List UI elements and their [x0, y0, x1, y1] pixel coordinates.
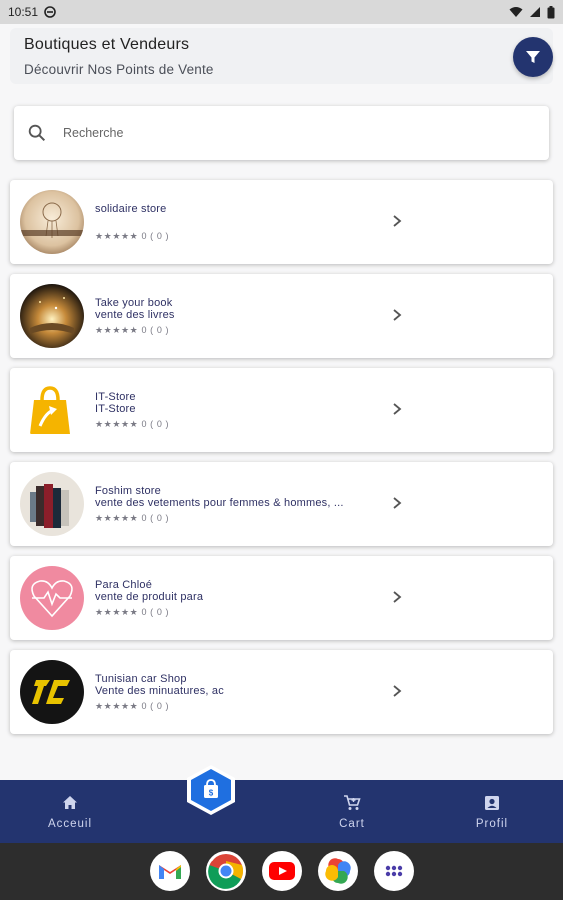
search-input[interactable]: [63, 126, 463, 140]
store-name: Tunisian car Shop: [95, 673, 187, 685]
chevron-right-icon: [393, 403, 402, 415]
status-time: 10:51: [8, 5, 39, 19]
system-dock: [0, 843, 563, 900]
cart-icon: [344, 795, 361, 810]
store-card-foshim-store[interactable]: Foshim store vente des vetements pour fe…: [10, 462, 553, 546]
store-name: IT-Store: [95, 391, 136, 403]
store-description: vente des vetements pour femmes & hommes…: [95, 497, 344, 509]
search-icon: [28, 124, 46, 142]
store-rating: ★★★★★ 0 ( 0 ): [95, 513, 170, 523]
store-card-it-store[interactable]: IT-Store IT-Store ★★★★★ 0 ( 0 ): [10, 368, 553, 452]
chrome-icon: [208, 854, 244, 889]
page-header: Boutiques et Vendeurs Découvrir Nos Poin…: [10, 28, 553, 84]
store-description: IT-Store: [95, 403, 136, 415]
nav-home[interactable]: Acceuil: [25, 780, 115, 843]
store-card-take-your-book[interactable]: Take your book vente des livres ★★★★★ 0 …: [10, 274, 553, 358]
profile-icon: [485, 796, 499, 810]
nav-profile-label: Profil: [475, 818, 509, 830]
store-rating: ★★★★★ 0 ( 0 ): [95, 607, 170, 617]
page-subtitle: Découvrir Nos Points de Vente: [24, 62, 214, 77]
store-logo: [20, 566, 84, 630]
nav-home-label: Acceuil: [47, 818, 93, 830]
store-card-para-chloe[interactable]: Para Chloé vente de produit para ★★★★★ 0…: [10, 556, 553, 640]
signal-icon: [530, 7, 540, 17]
store-logo: [20, 378, 84, 442]
chrome-app[interactable]: [206, 851, 246, 891]
store-list: solidaire store ★★★★★ 0 ( 0 ) Take your …: [10, 180, 553, 744]
store-rating: ★★★★★ 0 ( 0 ): [95, 231, 170, 241]
store-logo: [20, 472, 84, 536]
gmail-icon: [159, 865, 181, 879]
store-description: vente de produit para: [95, 591, 204, 603]
page-title: Boutiques et Vendeurs: [24, 36, 190, 53]
store-card-tunisian-car-shop[interactable]: Tunisian car Shop Vente des minuatures, …: [10, 650, 553, 734]
chevron-right-icon: [393, 591, 402, 603]
store-name: Foshim store: [95, 485, 161, 497]
nav-cart-label: Cart: [339, 818, 365, 830]
store-name: Para Chloé: [95, 579, 153, 591]
store-rating: ★★★★★ 0 ( 0 ): [95, 325, 170, 335]
store-description: Vente des minuatures, ac: [95, 685, 224, 697]
nav-profile[interactable]: Profil: [447, 780, 537, 843]
bottom-navigation: Acceuil Cart Profil: [0, 780, 563, 843]
store-name: Take your book: [95, 297, 173, 309]
chevron-right-icon: [393, 497, 402, 509]
store-description: vente des livres: [95, 309, 175, 321]
chevron-right-icon: [393, 309, 402, 321]
wifi-icon: [509, 7, 523, 17]
status-bar: 10:51: [0, 0, 563, 24]
search-bar[interactable]: [14, 106, 549, 160]
store-name: solidaire store: [95, 203, 167, 215]
chevron-right-icon: [393, 215, 402, 227]
battery-icon: [547, 5, 555, 18]
svg-text:$: $: [209, 789, 214, 798]
youtube-app[interactable]: [262, 851, 302, 891]
app-drawer-icon: [385, 865, 403, 877]
filter-icon: [526, 51, 540, 63]
store-logo: [20, 190, 84, 254]
nav-cart[interactable]: Cart: [307, 780, 397, 843]
store-logo: [20, 284, 84, 348]
store-rating: ★★★★★ 0 ( 0 ): [95, 419, 170, 429]
photos-icon: [325, 858, 351, 884]
gmail-app[interactable]: [150, 851, 190, 891]
shop-fab-button[interactable]: $: [183, 763, 239, 817]
filter-button[interactable]: [513, 37, 553, 77]
store-card-solidaire-store[interactable]: solidaire store ★★★★★ 0 ( 0 ): [10, 180, 553, 264]
store-logo: [20, 660, 84, 724]
youtube-icon: [269, 862, 295, 880]
app-drawer[interactable]: [374, 851, 414, 891]
store-rating: ★★★★★ 0 ( 0 ): [95, 701, 170, 711]
sync-icon: [44, 6, 56, 18]
chevron-right-icon: [393, 685, 402, 697]
home-icon: [63, 796, 77, 809]
photos-app[interactable]: [318, 851, 358, 891]
